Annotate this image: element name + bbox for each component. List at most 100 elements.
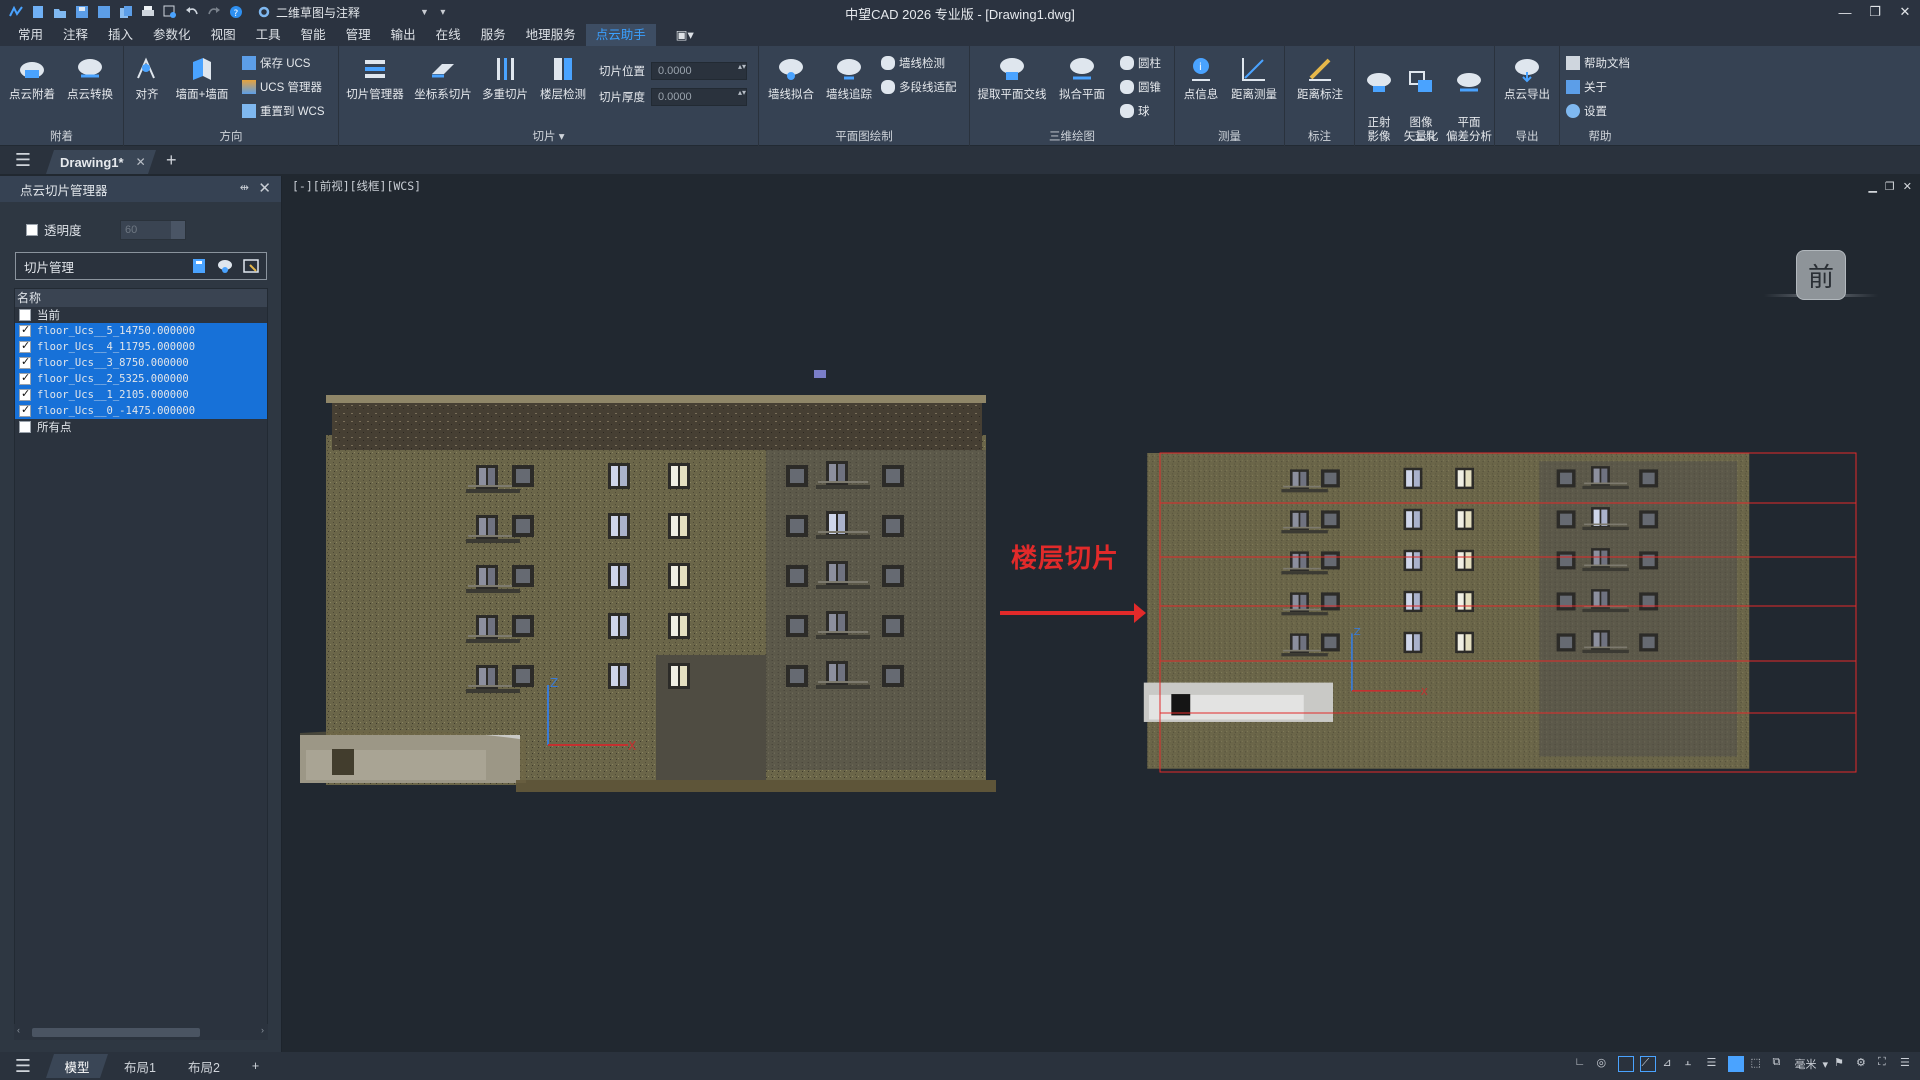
ucs-slice-button[interactable]: 坐标系切片	[411, 54, 475, 102]
slice-position-input[interactable]: 0.0000	[651, 62, 747, 80]
polyline-fit-button[interactable]: 多段线适配	[881, 78, 957, 96]
sphere-button[interactable]: 球	[1120, 102, 1150, 120]
wall-wall-button[interactable]: 墙面+墙面	[170, 54, 234, 102]
about-button[interactable]: 关于	[1566, 78, 1607, 96]
distance-measure-button[interactable]: 距离测量	[1225, 54, 1283, 102]
drawing-viewport[interactable]: [-][前视][线框][WCS] ▁ ❐ ✕ 前 Z X Z X 楼层切片	[284, 176, 1920, 1052]
point-info-button[interactable]: i 点信息	[1177, 54, 1225, 102]
distance-dimension-button[interactable]: 距离标注	[1291, 54, 1349, 102]
customize-icon[interactable]: ☰	[1900, 1056, 1916, 1072]
units-dropdown-icon[interactable]: ▾	[1822, 1058, 1828, 1071]
transparency-input[interactable]: 60	[120, 220, 186, 240]
otrack-icon[interactable]: ⫠	[1684, 1056, 1700, 1072]
wall-fit-button[interactable]: 墙线拟合	[763, 54, 819, 102]
slice-list-item[interactable]: floor_Ucs__1_2105.000000	[15, 387, 267, 403]
menu-hamburger-icon[interactable]: ☰	[0, 146, 46, 174]
workspace-icon[interactable]: ⚙	[1856, 1056, 1872, 1072]
slice-checkbox[interactable]	[19, 371, 31, 385]
ucs-manager-button[interactable]: UCS 管理器	[242, 78, 322, 96]
tab-parametric[interactable]: 参数化	[143, 24, 201, 46]
fit-plane-button[interactable]: 拟合平面	[1052, 54, 1112, 102]
tab-point-cloud[interactable]: 点云助手	[585, 24, 656, 46]
point-cloud-export-button[interactable]: 点云导出	[1499, 54, 1555, 102]
save-slice-icon[interactable]	[190, 257, 208, 275]
cloud-slice-icon[interactable]	[216, 257, 234, 275]
close-panel-icon[interactable]: ✕	[258, 179, 271, 197]
transparency-icon[interactable]	[1728, 1056, 1745, 1072]
tab-view[interactable]: 视图	[201, 24, 246, 46]
cone-button[interactable]: 圆锥	[1120, 78, 1161, 96]
tab-geo-services[interactable]: 地理服务	[516, 24, 586, 46]
slice-checkbox[interactable]	[19, 339, 31, 353]
tab-services[interactable]: 服务	[471, 24, 516, 46]
multi-slice-button[interactable]: 多重切片	[477, 54, 533, 102]
tab-model[interactable]: 模型	[46, 1054, 108, 1078]
slice-list-item[interactable]: floor_Ucs__4_11795.000000	[15, 339, 267, 355]
horizontal-scrollbar[interactable]: ‹ ›	[14, 1024, 268, 1040]
slice-thickness-input[interactable]: 0.0000	[651, 88, 747, 106]
extract-plane-intersection-button[interactable]: 提取平面交线	[974, 54, 1050, 102]
close-window-button[interactable]: ✕	[1890, 0, 1920, 24]
tab-common[interactable]: 常用	[8, 24, 53, 46]
lineweight-icon[interactable]: ☰	[1706, 1056, 1722, 1072]
save-ucs-button[interactable]: 保存 UCS	[242, 54, 310, 72]
osnap-icon[interactable]: ⊿	[1662, 1056, 1678, 1072]
maximize-button[interactable]: ❐	[1860, 0, 1890, 24]
slice-checkbox[interactable]	[19, 309, 31, 321]
tab-online[interactable]: 在线	[426, 24, 471, 46]
tab-annotate[interactable]: 注释	[53, 24, 98, 46]
tab-layout1[interactable]: 布局1	[108, 1054, 172, 1078]
close-tab-icon[interactable]: ✕	[136, 155, 146, 169]
ribbon-display-toggle[interactable]: ▣▾	[666, 24, 704, 46]
grid-icon[interactable]	[1618, 1056, 1635, 1072]
minimize-button[interactable]: —	[1830, 0, 1860, 24]
tab-tools[interactable]: 工具	[246, 24, 291, 46]
app-logo-icon[interactable]	[8, 4, 24, 20]
tab-manage[interactable]: 管理	[336, 24, 381, 46]
pin-icon[interactable]: ⇹	[240, 181, 249, 194]
save-icon[interactable]	[74, 4, 90, 20]
snap-icon[interactable]: ⟋	[1640, 1056, 1657, 1072]
polar-icon[interactable]: ◎	[1596, 1056, 1612, 1072]
scroll-right-icon[interactable]: ›	[261, 1025, 264, 1035]
tab-output[interactable]: 输出	[381, 24, 426, 46]
cylinder-button[interactable]: 圆柱	[1120, 54, 1161, 72]
tab-smart[interactable]: 智能	[291, 24, 336, 46]
point-cloud-attach-button[interactable]: 点云附着	[6, 54, 58, 102]
new-file-icon[interactable]	[30, 4, 46, 20]
reset-wcs-button[interactable]: 重置到 WCS	[242, 102, 325, 120]
wall-detect-button[interactable]: 墙线检测	[881, 54, 945, 72]
document-tab[interactable]: Drawing1* ✕	[46, 150, 156, 174]
tab-insert[interactable]: 插入	[98, 24, 143, 46]
slice-list-item[interactable]: floor_Ucs__2_5325.000000	[15, 371, 267, 387]
add-layout-button[interactable]: +	[236, 1054, 275, 1078]
wall-trace-button[interactable]: 墙线追踪	[821, 54, 877, 102]
print-icon[interactable]	[140, 4, 156, 20]
slice-checkbox[interactable]	[19, 387, 31, 401]
point-cloud-convert-button[interactable]: 点云转换	[64, 54, 116, 102]
align-button[interactable]: 对齐	[126, 54, 168, 102]
slice-checkbox[interactable]	[19, 421, 31, 433]
export-slice-icon[interactable]	[242, 257, 260, 275]
annotation-scale-icon[interactable]: ⧉	[1772, 1056, 1788, 1072]
slice-list-item[interactable]: floor_Ucs__0_-1475.000000	[15, 403, 267, 419]
new-tab-button[interactable]: +	[166, 150, 177, 171]
fullscreen-icon[interactable]: ⛶	[1878, 1056, 1894, 1072]
scroll-left-icon[interactable]: ‹	[17, 1025, 20, 1035]
open-folder-icon[interactable]	[52, 4, 68, 20]
customize-toolbar-icon[interactable]: ▾	[435, 4, 451, 20]
selection-cycle-icon[interactable]: ⬚	[1750, 1056, 1766, 1072]
floor-detect-button[interactable]: 楼层检测	[535, 54, 591, 102]
slice-list-item[interactable]: 当前	[15, 307, 267, 323]
help-circle-icon[interactable]: ?	[228, 4, 244, 20]
transparency-checkbox[interactable]	[26, 223, 38, 236]
slice-manager-button[interactable]: 切片管理器	[343, 54, 407, 102]
plot-preview-icon[interactable]	[162, 4, 178, 20]
slice-checkbox[interactable]	[19, 323, 31, 337]
slice-list-item[interactable]: floor_Ucs__5_14750.000000	[15, 323, 267, 339]
group-label[interactable]: 切片 ▾	[339, 128, 758, 144]
slice-checkbox[interactable]	[19, 355, 31, 369]
status-menu-icon[interactable]: ☰	[0, 1056, 46, 1077]
scroll-thumb[interactable]	[32, 1028, 200, 1037]
ortho-icon[interactable]: ∟	[1574, 1056, 1590, 1072]
